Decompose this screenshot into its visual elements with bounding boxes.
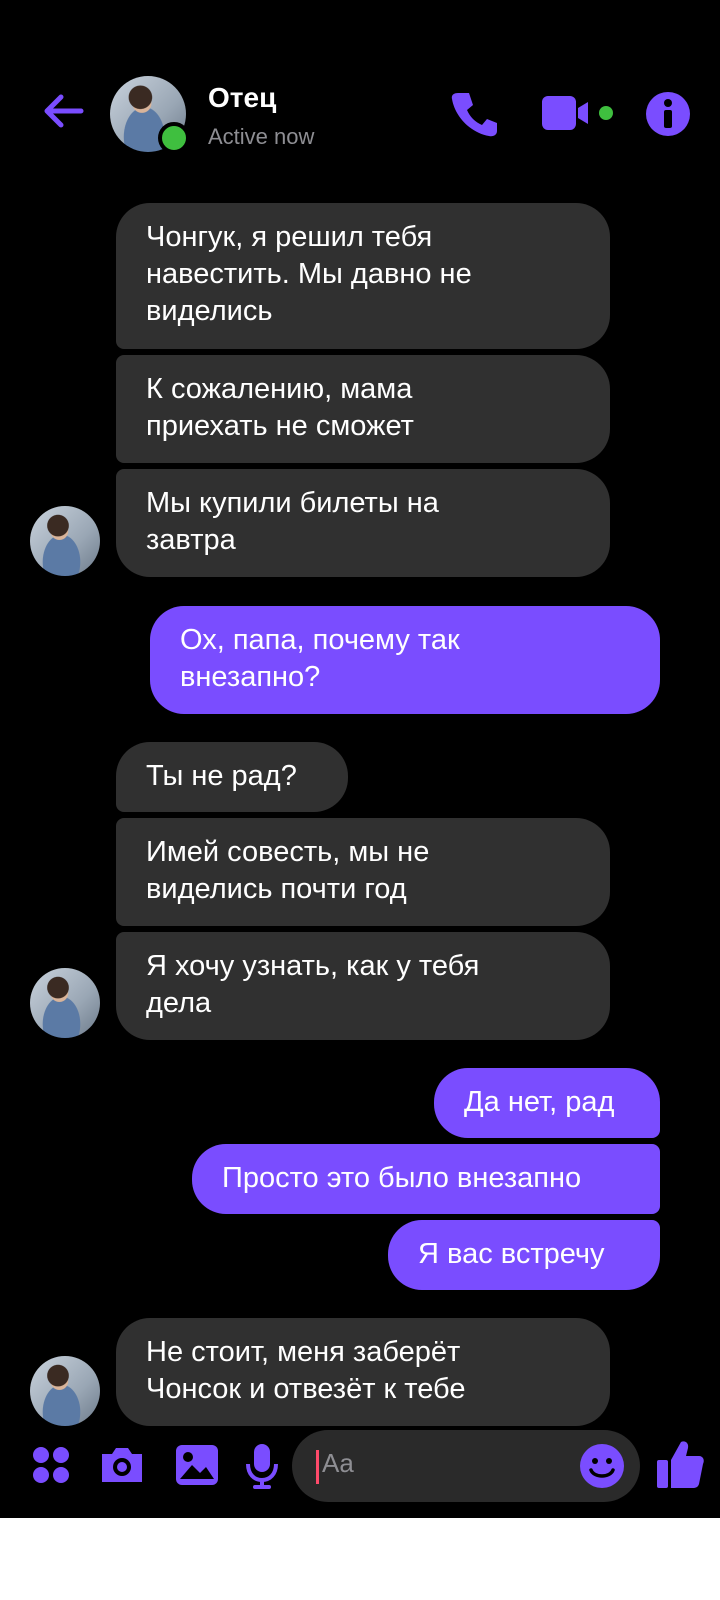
sender-avatar[interactable] bbox=[30, 1356, 100, 1426]
sender-avatar[interactable] bbox=[30, 506, 100, 576]
emoji-button[interactable] bbox=[578, 1442, 626, 1490]
chat-header: Отец Active now bbox=[0, 60, 720, 170]
message-bubble-incoming[interactable]: Не стоит, меня заберёт Чонсок и отвезёт … bbox=[116, 1318, 610, 1426]
message-bubble-outgoing[interactable]: Просто это было внезапно bbox=[192, 1144, 660, 1214]
emoji-icon bbox=[580, 1444, 624, 1488]
contact-avatar[interactable] bbox=[110, 76, 190, 154]
message-bubble-incoming[interactable]: Чонгук, я решил тебя навестить. Мы давно… bbox=[116, 203, 610, 349]
info-button[interactable] bbox=[640, 86, 696, 142]
back-arrow-icon bbox=[44, 94, 84, 128]
back-button[interactable] bbox=[38, 86, 88, 136]
message-bubble-incoming[interactable]: Ты не рад? bbox=[116, 742, 348, 812]
apps-button[interactable] bbox=[28, 1442, 74, 1488]
message-bubble-incoming[interactable]: Мы купили билеты на завтра bbox=[116, 469, 610, 577]
active-status: Active now bbox=[208, 124, 315, 149]
message-input-placeholder: Aa bbox=[322, 1448, 354, 1478]
phone-icon bbox=[451, 93, 497, 137]
sender-avatar[interactable] bbox=[30, 968, 100, 1038]
message-bubble-incoming[interactable]: К сожалению, мама приехать не сможет bbox=[116, 355, 610, 463]
camera-icon bbox=[102, 1448, 142, 1482]
info-icon bbox=[646, 92, 690, 136]
gallery-icon bbox=[176, 1445, 218, 1485]
video-call-button[interactable] bbox=[540, 92, 620, 136]
camera-button[interactable] bbox=[96, 1440, 148, 1490]
voice-call-button[interactable] bbox=[446, 86, 502, 142]
message-input[interactable]: Aa bbox=[292, 1430, 640, 1502]
chat-screen: Отец Active now Чонгук, я решил тебя нав… bbox=[0, 0, 720, 1518]
voice-message-button[interactable] bbox=[240, 1438, 284, 1494]
apps-grid-icon bbox=[33, 1447, 69, 1483]
message-bubble-outgoing[interactable]: Я вас встречу bbox=[388, 1220, 660, 1290]
message-bubble-incoming[interactable]: Имей совесть, мы не виделись почти год bbox=[116, 818, 610, 926]
text-cursor bbox=[316, 1450, 319, 1484]
like-button[interactable] bbox=[652, 1434, 708, 1494]
video-camera-icon bbox=[542, 96, 613, 130]
thumbs-up-icon bbox=[657, 1441, 704, 1488]
online-indicator bbox=[158, 122, 190, 154]
message-composer: Aa bbox=[0, 1430, 720, 1518]
gallery-button[interactable] bbox=[172, 1440, 222, 1490]
contact-name[interactable]: Отец bbox=[208, 82, 276, 114]
message-bubble-outgoing[interactable]: Да нет, рад bbox=[434, 1068, 660, 1138]
message-bubble-incoming[interactable]: Я хочу узнать, как у тебя дела bbox=[116, 932, 610, 1040]
message-bubble-outgoing[interactable]: Ох, папа, почему так внезапно? bbox=[150, 606, 660, 714]
microphone-icon bbox=[246, 1444, 278, 1489]
